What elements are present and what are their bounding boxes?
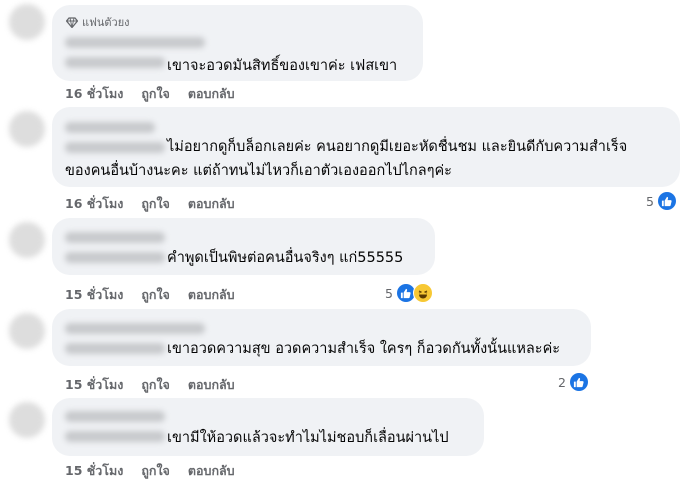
comment-text: ของคนอื่นบ้างนะคะ แต่ถ้าทนไม่ไหวก็เอาตัว…	[65, 163, 452, 179]
timestamp[interactable]: 15 ชั่วโมง	[65, 461, 123, 481]
like-button[interactable]: ถูกใจ	[141, 194, 170, 214]
comment-bubble: คำพูดเป็นพิษต่อคนอื่นจริงๆ แก่55555	[52, 218, 435, 275]
like-button[interactable]: ถูกใจ	[141, 84, 170, 104]
top-fan-badge: แฟนตัวยง	[66, 13, 130, 31]
comment-actions: 15 ชั่วโมง ถูกใจ ตอบกลับ	[65, 375, 235, 395]
comment-actions: 16 ชั่วโมง ถูกใจ ตอบกลับ	[65, 84, 235, 104]
reaction-count: 5	[385, 285, 393, 301]
commenter-name[interactable]	[65, 323, 205, 334]
reaction-count: 5	[646, 193, 654, 209]
commenter-name[interactable]	[65, 142, 165, 153]
commenter-name[interactable]	[65, 431, 165, 442]
timestamp[interactable]: 16 ชั่วโมง	[65, 194, 123, 214]
reaction-count: 2	[558, 374, 566, 390]
comment-bubble: เขามีให้อวดแล้วจะทำไมไม่ชอบก็เลื่อนผ่านไ…	[52, 398, 484, 456]
timestamp[interactable]: 15 ชั่วโมง	[65, 285, 123, 305]
reaction-summary[interactable]: 2	[558, 373, 588, 391]
reply-button[interactable]: ตอบกลับ	[188, 194, 235, 214]
comment-text: ไม่อยากดูก็บล็อกเลยค่ะ คนอยากดูมีเยอะหัด…	[167, 139, 628, 155]
like-button[interactable]: ถูกใจ	[141, 461, 170, 481]
reaction-summary[interactable]: 5	[385, 283, 433, 303]
commenter-name[interactable]	[65, 232, 165, 243]
diamond-icon	[66, 16, 78, 28]
commenter-name[interactable]	[65, 37, 205, 48]
like-icon	[569, 373, 588, 391]
reply-button[interactable]: ตอบกลับ	[188, 84, 235, 104]
avatar[interactable]	[9, 111, 45, 147]
comment-actions: 16 ชั่วโมง ถูกใจ ตอบกลับ	[65, 194, 235, 214]
comment-actions: 15 ชั่วโมง ถูกใจ ตอบกลับ	[65, 461, 235, 481]
avatar[interactable]	[9, 222, 45, 258]
comment-bubble: แฟนตัวยง เขาจะอวดมันสิทธิ์ของเขาค่ะ เฟสเ…	[52, 5, 423, 81]
reply-button[interactable]: ตอบกลับ	[188, 375, 235, 395]
commenter-name[interactable]	[65, 57, 165, 68]
like-icon	[657, 192, 676, 210]
like-button[interactable]: ถูกใจ	[141, 375, 170, 395]
avatar[interactable]	[9, 313, 45, 349]
comment-text: คำพูดเป็นพิษต่อคนอื่นจริงๆ แก่55555	[167, 250, 404, 266]
comment-text: เขาจะอวดมันสิทธิ์ของเขาค่ะ เฟสเขา	[167, 58, 398, 74]
avatar[interactable]	[9, 402, 45, 438]
commenter-name[interactable]	[65, 411, 165, 422]
comment-actions: 15 ชั่วโมง ถูกใจ ตอบกลับ	[65, 285, 235, 305]
reply-button[interactable]: ตอบกลับ	[188, 285, 235, 305]
comment-text: เขาอวดความสุข อวดความสำเร็จ ใครๆ ก็อวดกั…	[167, 341, 561, 357]
commenter-name[interactable]	[65, 122, 155, 133]
comment-bubble: ไม่อยากดูก็บล็อกเลยค่ะ คนอยากดูมีเยอะหัด…	[52, 107, 680, 187]
comment-text: เขามีให้อวดแล้วจะทำไมไม่ชอบก็เลื่อนผ่านไ…	[167, 430, 449, 446]
comment-bubble: เขาอวดความสุข อวดความสำเร็จ ใครๆ ก็อวดกั…	[52, 309, 591, 366]
commenter-name[interactable]	[65, 343, 165, 354]
like-button[interactable]: ถูกใจ	[141, 285, 170, 305]
commenter-name[interactable]	[65, 252, 165, 263]
reaction-summary[interactable]: 5	[646, 192, 676, 210]
timestamp[interactable]: 15 ชั่วโมง	[65, 375, 123, 395]
reply-button[interactable]: ตอบกลับ	[188, 461, 235, 481]
haha-icon	[412, 283, 433, 303]
timestamp[interactable]: 16 ชั่วโมง	[65, 84, 123, 104]
badge-label: แฟนตัวยง	[82, 16, 130, 29]
avatar[interactable]	[9, 4, 45, 40]
